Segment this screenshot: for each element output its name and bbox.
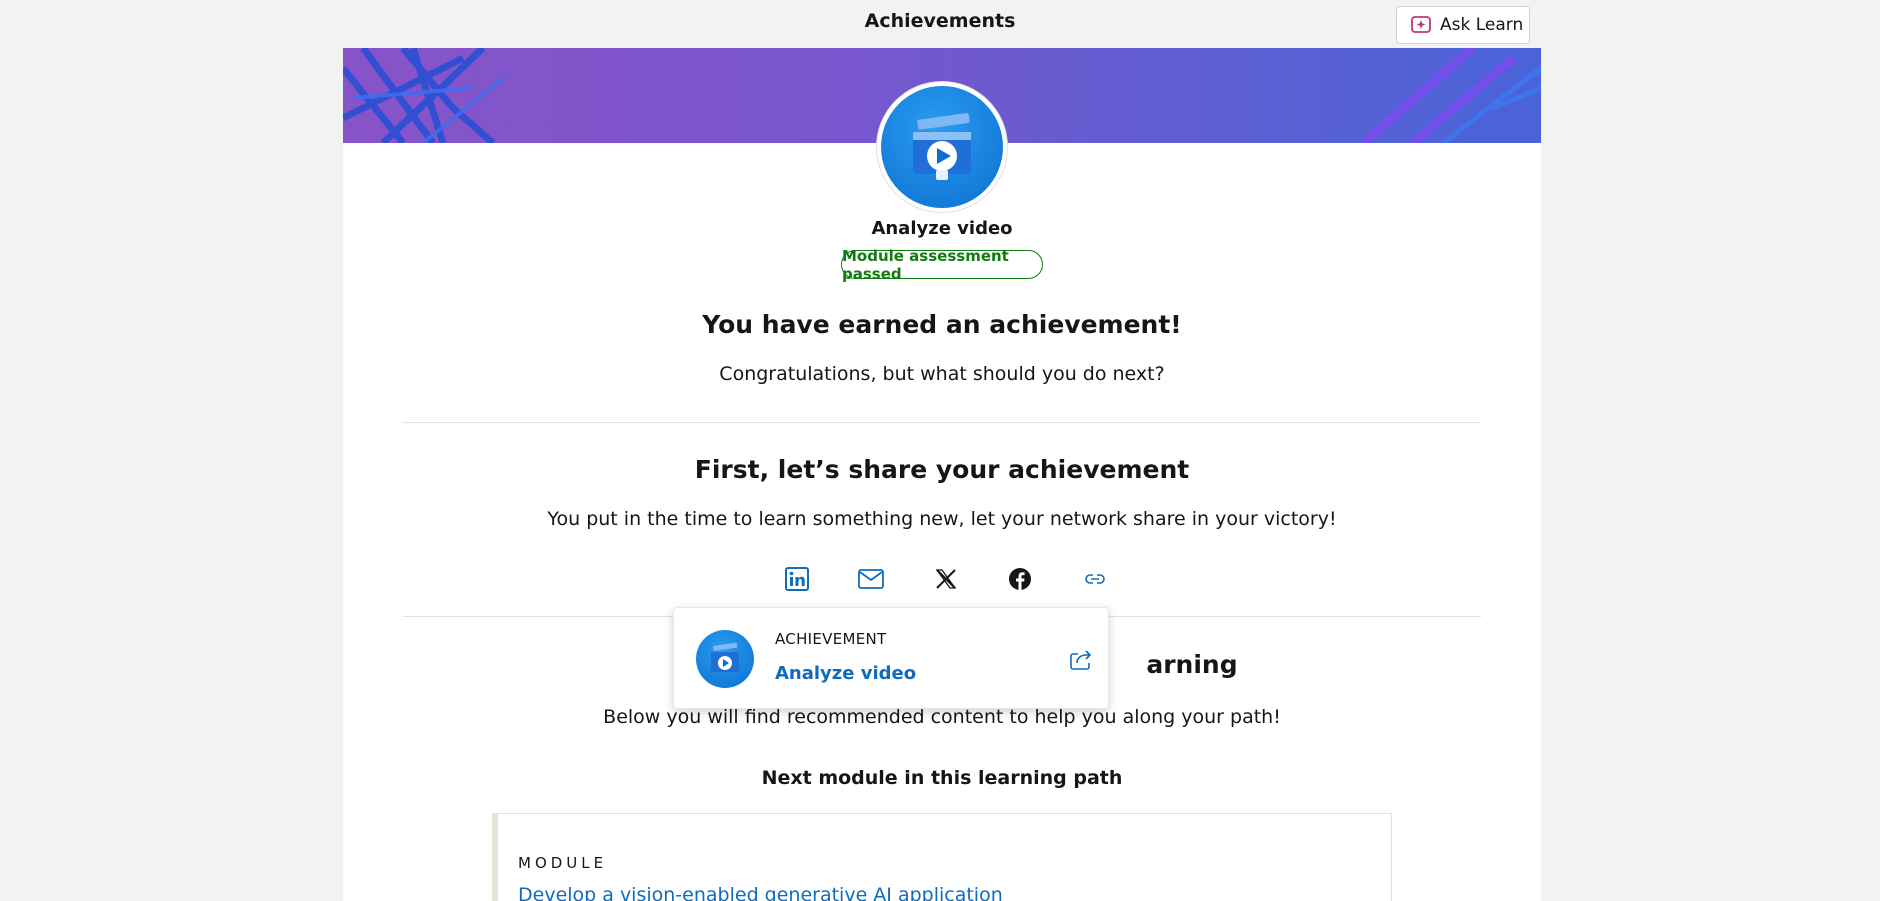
achievement-share-card: ACHIEVEMENT Analyze video: [673, 607, 1109, 709]
achievement-thumbnail: [696, 630, 754, 688]
achievement-link[interactable]: Analyze video: [775, 663, 916, 684]
next-module-label: Next module in this learning path: [761, 767, 1123, 789]
earned-heading: You have earned an achievement!: [702, 310, 1182, 339]
email-share-button[interactable]: [855, 563, 887, 595]
share-buttons: [343, 563, 1541, 595]
copy-link-button[interactable]: [1079, 563, 1111, 595]
facebook-share-button[interactable]: [1004, 563, 1036, 595]
congrats-text: Congratulations, but what should you do …: [719, 363, 1165, 385]
share-icon: [1070, 650, 1092, 670]
page-title: Achievements: [864, 10, 1016, 32]
linkedin-icon: [785, 567, 809, 591]
linkedin-share-button[interactable]: [781, 563, 813, 595]
facebook-icon: [1009, 568, 1031, 590]
link-icon: [1085, 574, 1105, 584]
module-link[interactable]: Develop a vision-enabled generative AI a…: [518, 884, 1003, 901]
next-module-card[interactable]: MODULE Develop a vision-enabled generati…: [492, 813, 1392, 901]
video-clapper-icon: [711, 642, 739, 672]
share-text: You put in the time to learn something n…: [547, 508, 1337, 530]
recommend-text: Below you will find recommended content …: [603, 706, 1281, 728]
share-heading: First, let’s share your achievement: [694, 455, 1190, 484]
ask-learn-label: Ask Learn: [1440, 15, 1524, 35]
x-icon: [935, 569, 957, 589]
sparkle-chat-icon: [1411, 16, 1431, 33]
achievement-name: Analyze video: [871, 218, 1013, 239]
ask-learn-button[interactable]: Ask Learn: [1396, 6, 1530, 44]
achievement-panel: Analyze video Module assessment passed Y…: [343, 48, 1541, 901]
achievement-badge: [877, 82, 1007, 212]
status-badge: Module assessment passed: [841, 247, 1043, 283]
card-type: MODULE: [518, 854, 608, 872]
x-share-button[interactable]: [930, 563, 962, 595]
email-icon: [858, 569, 884, 589]
card-category: ACHIEVEMENT: [775, 630, 887, 648]
video-clapper-icon: [913, 113, 971, 180]
share-button[interactable]: [1068, 646, 1094, 672]
divider: [403, 422, 1481, 423]
